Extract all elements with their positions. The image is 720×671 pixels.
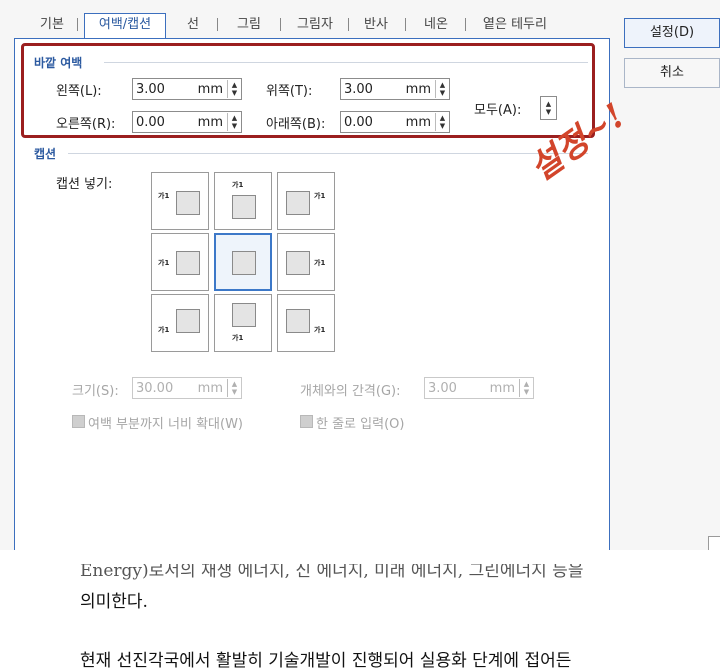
tab-separator (217, 18, 218, 31)
caption-sample-text: 가1 (158, 326, 170, 334)
tab-basic[interactable]: 기본 (30, 14, 74, 36)
caption-pos-bottom[interactable]: 가1 (214, 294, 272, 352)
spin-arrows-icon[interactable]: ▲ ▼ (227, 379, 241, 397)
unit-label: mm (489, 380, 515, 396)
one-line-label: 한 줄로 입력(O) (316, 417, 405, 432)
line-cover (0, 550, 720, 564)
caption-pos-right[interactable]: 가1 (277, 233, 335, 291)
caption-gap-label: 개체와의 간격(G): (300, 384, 401, 399)
tab-separator (465, 18, 466, 31)
expand-width-checkbox[interactable] (72, 415, 85, 428)
tab-soft-edge[interactable]: 옅은 테두리 (472, 14, 558, 36)
tab-margin-caption[interactable]: 여백/캡션 (84, 13, 166, 38)
divider (68, 153, 588, 154)
caption-sample-text: 가1 (314, 192, 326, 200)
caption-pos-left-bottom[interactable]: 가1 (151, 294, 209, 352)
tab-shadow[interactable]: 그림자 (286, 14, 344, 36)
caption-pos-right-bottom[interactable]: 가1 (277, 294, 335, 352)
caption-pos-left[interactable]: 가1 (151, 233, 209, 291)
caption-pos-left-top[interactable]: 가1 (151, 172, 209, 230)
one-line-checkbox[interactable] (300, 415, 313, 428)
caption-sample-text: 가1 (314, 259, 326, 267)
caption-sample-text: 가1 (314, 326, 326, 334)
caption-sample-text: 가1 (158, 192, 170, 200)
cancel-button[interactable]: 취소 (624, 58, 720, 88)
object-icon (176, 309, 200, 333)
tab-separator (77, 18, 78, 31)
highlight-box (21, 43, 595, 138)
caption-pos-top[interactable]: 가1 (214, 172, 272, 230)
object-icon (286, 251, 310, 275)
object-icon (286, 191, 310, 215)
caption-sample-text: 가1 (232, 181, 244, 189)
object-icon (232, 251, 256, 275)
object-icon (176, 251, 200, 275)
ok-button[interactable]: 설정(D) (624, 18, 720, 48)
tab-line[interactable]: 선 (176, 14, 210, 36)
object-icon (232, 195, 256, 219)
tab-reflection[interactable]: 반사 (356, 14, 396, 36)
spin-arrows-icon[interactable]: ▲ ▼ (519, 379, 533, 397)
caption-size-value[interactable]: 30.00 (133, 381, 185, 396)
caption-sample-text: 가1 (158, 259, 170, 267)
tab-separator (280, 18, 281, 31)
caption-gap-field[interactable]: 3.00 mm ▲ ▼ (424, 377, 534, 399)
object-icon (286, 309, 310, 333)
document-line: 의미한다. (80, 592, 148, 612)
caption-sample-text: 가1 (232, 334, 244, 342)
tab-picture[interactable]: 그림 (226, 14, 272, 36)
object-icon (176, 191, 200, 215)
caption-insert-label: 캡션 넣기: (56, 177, 113, 192)
document-line: 현재 선진각국에서 활발히 기술개발이 진행되어 실용화 단계에 접어든 (80, 651, 572, 671)
expand-width-label: 여백 부분까지 너비 확대(W) (88, 417, 243, 432)
tab-separator (405, 18, 406, 31)
tab-neon[interactable]: 네온 (416, 14, 456, 36)
unit-label: mm (197, 380, 223, 396)
caption-title: 캡션 (34, 147, 57, 161)
tab-separator (348, 18, 349, 31)
caption-pos-right-top[interactable]: 가1 (277, 172, 335, 230)
caption-pos-center[interactable] (214, 233, 272, 291)
caption-size-label: 크기(S): (72, 384, 119, 399)
caption-gap-value[interactable]: 3.00 (425, 381, 477, 396)
caption-size-field[interactable]: 30.00 mm ▲ ▼ (132, 377, 242, 399)
object-icon (232, 303, 256, 327)
